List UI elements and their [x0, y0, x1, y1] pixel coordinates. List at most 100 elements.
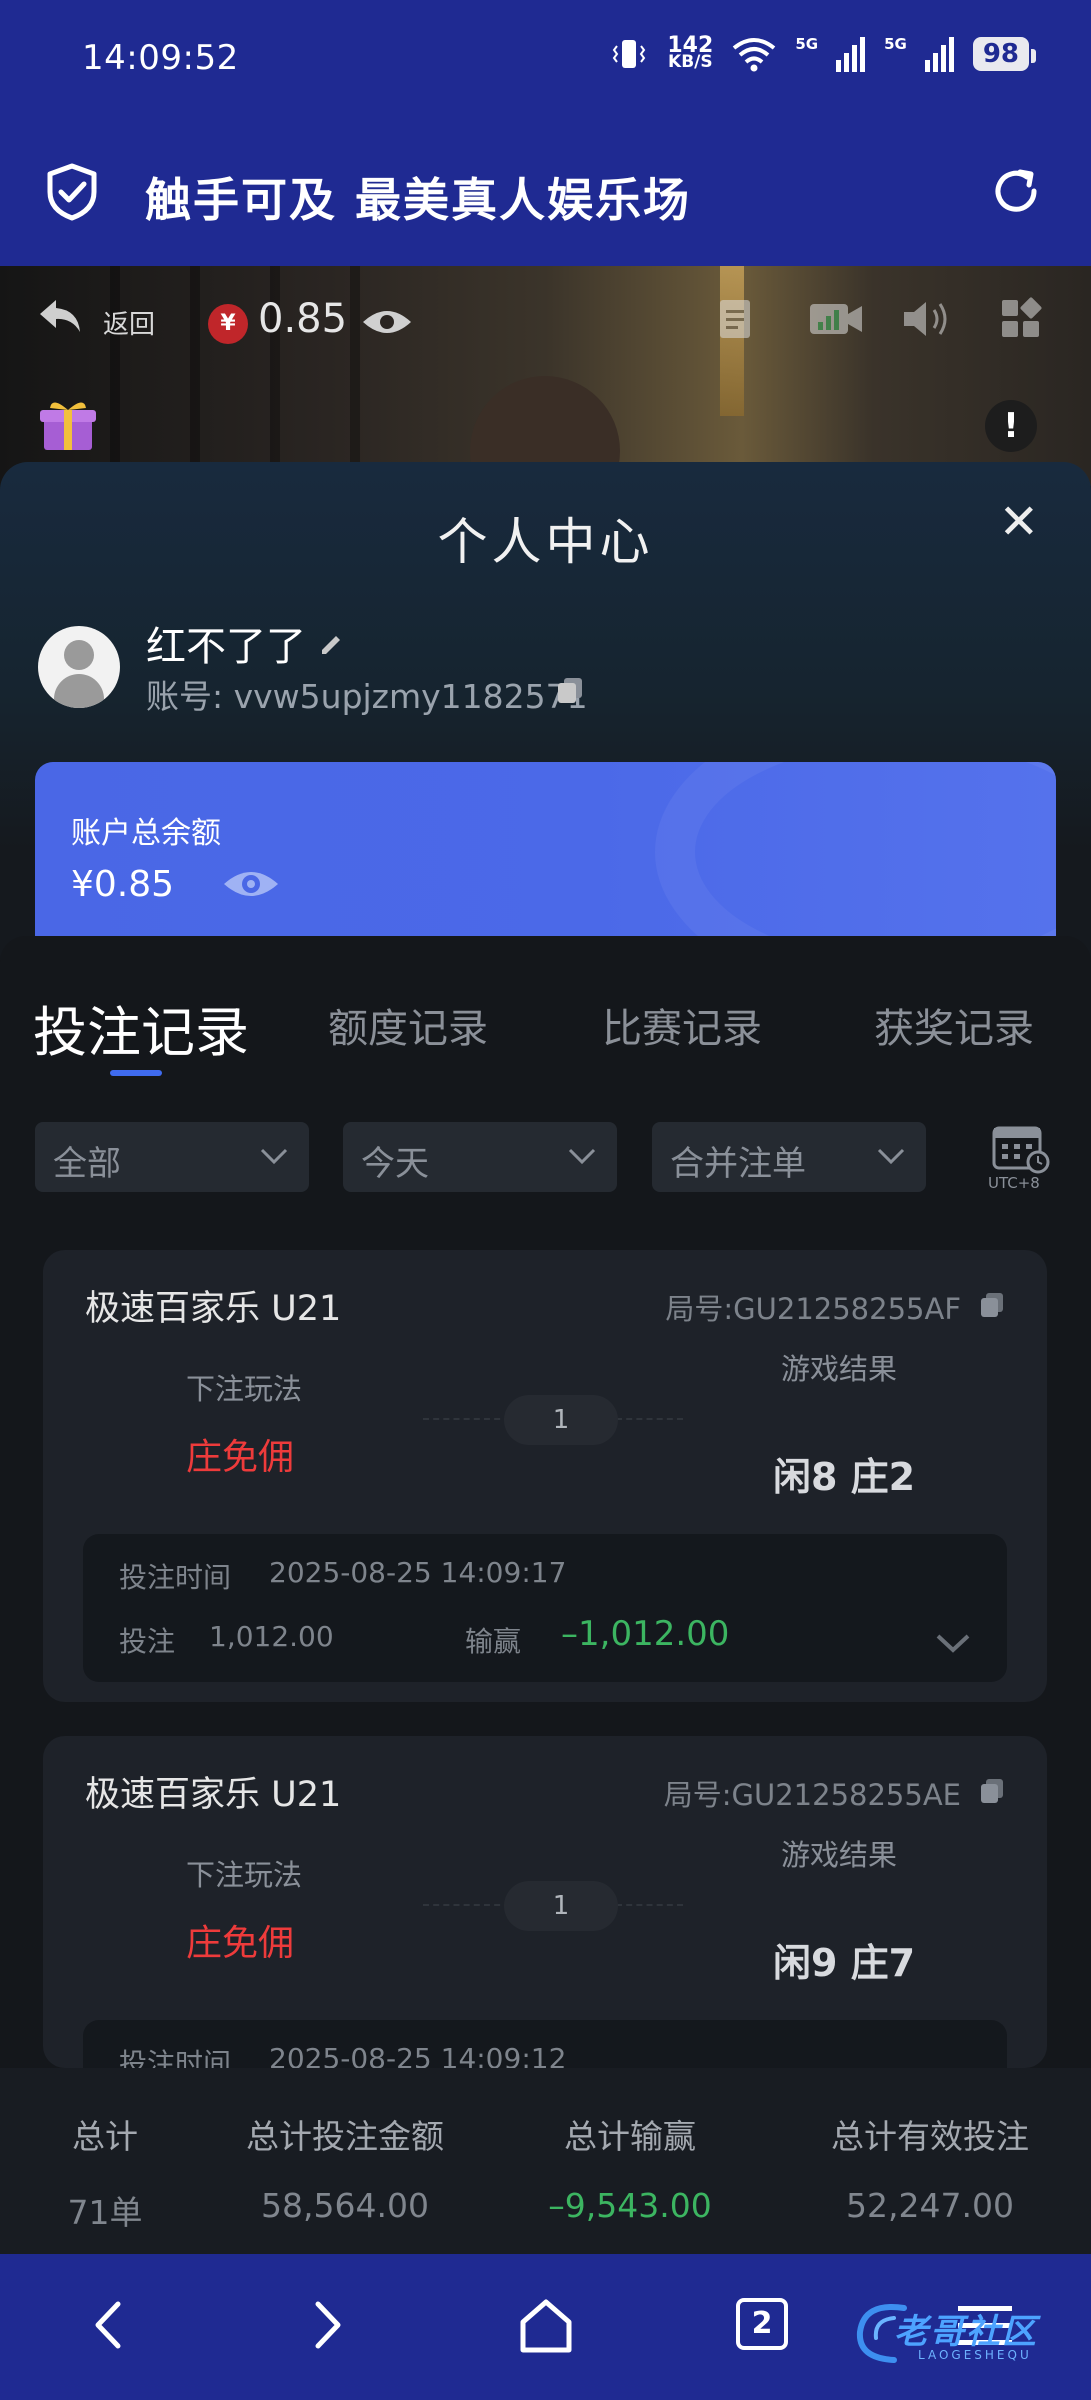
- calendar-timezone-button[interactable]: UTC+8: [988, 1122, 1052, 1194]
- total-count: 总计 71单: [40, 2110, 170, 2234]
- eye-icon[interactable]: [360, 306, 414, 338]
- alert-icon[interactable]: !: [985, 400, 1037, 452]
- copy-icon[interactable]: [979, 1778, 1005, 1804]
- status-time: 14:09:52: [82, 38, 239, 78]
- total-valid-bet: 总计有效投注 52,247.00: [790, 2110, 1070, 2225]
- calendar-clock-icon: [992, 1126, 1050, 1174]
- total-bet-label: 总计投注金额: [246, 2117, 444, 2156]
- total-count-value: 71单: [67, 2193, 143, 2232]
- total-valid-label: 总计有效投注: [831, 2117, 1029, 2156]
- stake-value: 1,012.00: [209, 1620, 334, 1653]
- filter-row: 全部 今天 合并注单: [0, 1122, 1091, 1194]
- chevron-down-icon: [568, 1148, 596, 1165]
- timezone-label: UTC+8: [988, 1174, 1040, 1192]
- bet-time-label: 投注时间: [119, 1561, 232, 1594]
- avatar[interactable]: [38, 626, 120, 708]
- active-tab-indicator: [110, 1070, 162, 1076]
- document-icon[interactable]: [712, 296, 758, 342]
- video-balance: 0.85: [258, 296, 348, 342]
- total-bet: 总计投注金额 58,564.00: [200, 2110, 490, 2225]
- result-label: 游戏结果: [781, 1352, 898, 1386]
- app-bar: 触手可及 最美真人娱乐场: [0, 120, 1091, 266]
- browser-nav-bar: 2 老哥社区 LAOGESHEQU: [0, 2254, 1091, 2400]
- total-winloss: 总计输赢 –9,543.00: [500, 2110, 760, 2225]
- app-title: 触手可及 最美真人娱乐场: [145, 173, 692, 227]
- round-number: 局号:GU21258255AF: [665, 1292, 961, 1326]
- record-tabs: 投注记录 额度记录 比赛记录 获奖记录: [0, 996, 1091, 1076]
- tab-award-records[interactable]: 获奖记录: [874, 996, 1034, 1054]
- eye-icon[interactable]: [221, 866, 281, 902]
- vibrate-icon: [613, 40, 646, 68]
- total-bet-value: 58,564.00: [261, 2186, 429, 2225]
- stake-label: 投注: [119, 1625, 176, 1658]
- game-name: 极速百家乐 U21: [85, 1775, 342, 1815]
- close-icon[interactable]: ✕: [999, 498, 1039, 546]
- total-count-label: 总计: [72, 2117, 138, 2156]
- tab-bet-records[interactable]: 投注记录: [33, 988, 249, 1067]
- back-chevron-icon[interactable]: [74, 2290, 144, 2360]
- chevron-down-icon: [260, 1148, 288, 1165]
- balance-label: 账户总余额: [71, 816, 221, 851]
- bet-details: 投注时间 2025-08-25 14:09:12: [83, 2020, 1007, 2068]
- signal-5g-label-1: 5G: [795, 35, 819, 53]
- filter-merge-select[interactable]: 合并注单: [652, 1122, 926, 1192]
- bet-details: 投注时间 2025-08-25 14:09:17 投注 1,012.00 输赢 …: [83, 1534, 1007, 1682]
- result-label: 游戏结果: [781, 1838, 898, 1872]
- balance-value: ¥0.85: [71, 864, 175, 905]
- tab-match-records[interactable]: 比赛记录: [602, 996, 762, 1054]
- winloss-value: –1,012.00: [561, 1614, 730, 1654]
- filter-date-select[interactable]: 今天: [343, 1122, 617, 1192]
- filter-type-select[interactable]: 全部: [35, 1122, 309, 1192]
- tab-switcher-button[interactable]: 2: [736, 2298, 788, 2350]
- bet-record-card[interactable]: 极速百家乐 U21 局号:GU21258255AF 下注玩法 庄免佣 1 游戏结…: [43, 1250, 1047, 1702]
- totals-bar: 总计 71单 总计投注金额 58,564.00 总计输赢 –9,543.00 总…: [0, 2068, 1091, 2254]
- battery-icon: 98: [972, 37, 1037, 71]
- yuan-coin-icon: ¥: [208, 304, 248, 344]
- result-value: 闲9 庄7: [773, 1941, 916, 1985]
- status-bar: 14:09:52 142 KB/S 5G 5G 98: [0, 0, 1091, 120]
- result-value: 闲8 庄2: [773, 1455, 916, 1499]
- account-id: 账号: vvw5upjzmy1182571: [146, 677, 588, 716]
- chevron-down-icon: [877, 1148, 905, 1165]
- total-valid-value: 52,247.00: [846, 2186, 1014, 2225]
- signal-5g-label-2: 5G: [884, 35, 907, 53]
- winloss-label: 输赢: [465, 1625, 522, 1658]
- bet-type-label: 下注玩法: [186, 1858, 303, 1892]
- wifi-icon: [733, 38, 776, 72]
- signal-icon: [836, 37, 866, 72]
- back-label[interactable]: 返回: [103, 304, 155, 341]
- grid-menu-icon[interactable]: [998, 296, 1044, 342]
- bet-time-value: 2025-08-25 14:09:17: [269, 1556, 567, 1589]
- video-stats-icon[interactable]: [808, 296, 864, 342]
- chevron-down-icon[interactable]: [935, 1630, 971, 1656]
- edit-pencil-icon[interactable]: [318, 630, 344, 656]
- volume-icon[interactable]: [900, 296, 956, 342]
- gift-icon[interactable]: [38, 396, 98, 452]
- copy-icon[interactable]: [556, 676, 584, 704]
- status-icons: 142 KB/S 5G 5G 98: [609, 33, 1037, 74]
- home-icon[interactable]: [511, 2290, 581, 2360]
- bet-time-value: 2025-08-25 14:09:12: [269, 2042, 567, 2068]
- signal-icon: [924, 37, 954, 72]
- balance-card: 账户总余额 ¥0.85: [35, 762, 1056, 940]
- bet-type-value: 庄免佣: [186, 1923, 295, 1964]
- copy-icon[interactable]: [979, 1292, 1005, 1318]
- bet-time-label: 投注时间: [119, 2047, 232, 2068]
- video-toolbar: 返回 ¥ 0.85: [0, 266, 1091, 376]
- shield-check-icon: [47, 163, 97, 221]
- back-arrow-icon[interactable]: [36, 296, 84, 336]
- bet-count-badge: 1: [504, 1395, 618, 1445]
- game-name: 极速百家乐 U21: [85, 1289, 342, 1329]
- community-watermark: 老哥社区 LAOGESHEQU: [854, 2298, 1074, 2372]
- total-winloss-label: 总计输赢: [564, 2117, 696, 2156]
- round-number: 局号:GU21258255AE: [663, 1778, 961, 1812]
- bet-record-card[interactable]: 极速百家乐 U21 局号:GU21258255AE 下注玩法 庄免佣 1 游戏结…: [43, 1736, 1047, 2068]
- net-speed: 142 KB/S: [667, 33, 714, 72]
- screen: 14:09:52 142 KB/S 5G 5G 98 触手可及 最美真人娱乐场 …: [0, 0, 1091, 2400]
- sheet-title: 个人中心: [437, 513, 654, 571]
- tab-credit-records[interactable]: 额度记录: [328, 996, 488, 1054]
- refresh-icon[interactable]: [987, 162, 1045, 220]
- bet-type-label: 下注玩法: [186, 1372, 303, 1406]
- bet-count-badge: 1: [504, 1881, 618, 1931]
- forward-chevron-icon[interactable]: [292, 2290, 362, 2360]
